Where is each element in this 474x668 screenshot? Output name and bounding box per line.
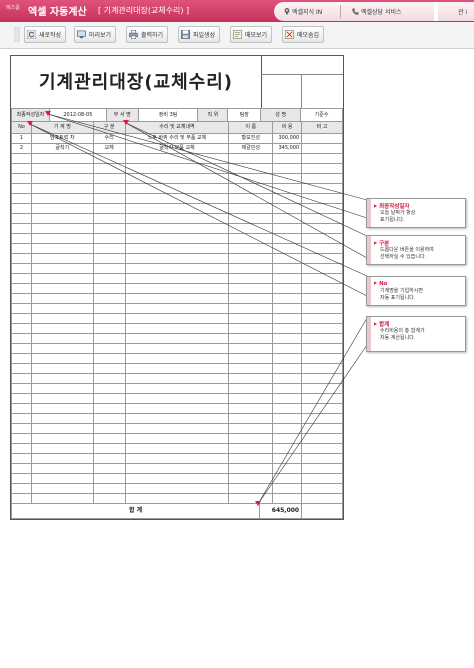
memo-callout-total: 합계 수리비용의 총 합계가 자동 계산됩니다. xyxy=(366,316,466,352)
memo-marker xyxy=(45,111,51,116)
memo-title: No xyxy=(374,280,387,287)
memo-title: 구분 xyxy=(374,239,389,247)
memo-body: 오늘 날짜가 항상 표기됩니다. xyxy=(380,210,416,223)
memo-marker xyxy=(255,501,261,506)
memo-callout-type: 구분 드롭다운 버튼을 이용하여 선택하실 수 있습니다. xyxy=(366,235,466,265)
memo-body: 기계명을 기입하시면 자동 표기됩니다. xyxy=(380,288,423,301)
memo-body: 수리비용의 총 합계가 자동 계산됩니다. xyxy=(380,328,425,341)
memo-title: 최종작성일자 xyxy=(374,202,409,210)
memo-callout-no: No 기계명을 기입하시면 자동 표기됩니다. xyxy=(366,276,466,306)
memo-body: 드롭다운 버튼을 이용하여 선택하실 수 있습니다. xyxy=(380,247,434,260)
memo-title: 합계 xyxy=(374,320,389,328)
memo-callout-date: 최종작성일자 오늘 날짜가 항상 표기됩니다. xyxy=(366,198,466,228)
